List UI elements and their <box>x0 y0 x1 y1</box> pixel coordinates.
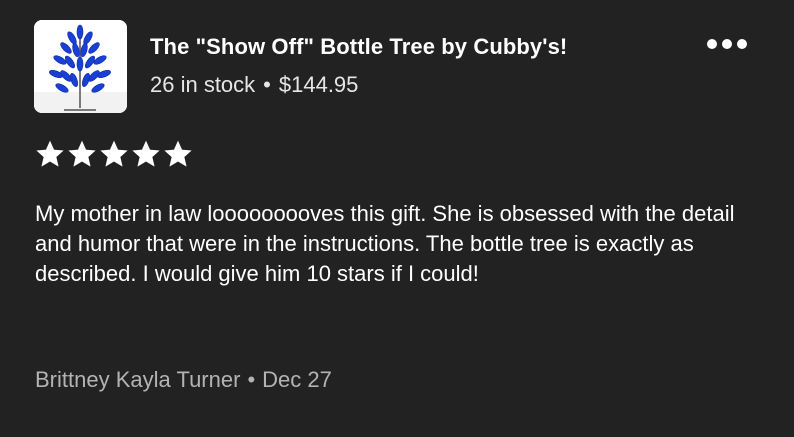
meta-separator: • <box>247 367 256 392</box>
menu-dot <box>737 39 747 49</box>
review-card: The "Show Off" Bottle Tree by Cubby's! 2… <box>0 0 794 437</box>
subline-separator: • <box>263 72 271 97</box>
stock-count: 26 in stock <box>150 72 256 97</box>
more-options-icon[interactable] <box>707 34 747 54</box>
review-date: Dec 27 <box>262 367 332 392</box>
product-subline: 26 in stock • $144.95 <box>150 72 358 98</box>
review-meta: Brittney Kayla Turner • Dec 27 <box>35 367 332 393</box>
product-price: $144.95 <box>278 72 359 97</box>
star-icon <box>100 140 128 167</box>
bottle-tree-image <box>34 20 127 113</box>
star-icon <box>132 140 160 167</box>
star-icon <box>68 140 96 167</box>
reviewer-name[interactable]: Brittney Kayla Turner <box>35 367 240 392</box>
product-title[interactable]: The "Show Off" Bottle Tree by Cubby's! <box>150 34 567 60</box>
product-thumbnail[interactable] <box>34 20 127 113</box>
menu-dot <box>707 39 717 49</box>
star-rating <box>36 140 192 168</box>
menu-dot <box>722 39 732 49</box>
review-text: My mother in law looooooooves this gift.… <box>35 201 735 286</box>
star-icon <box>164 140 192 167</box>
star-icon <box>36 140 64 167</box>
